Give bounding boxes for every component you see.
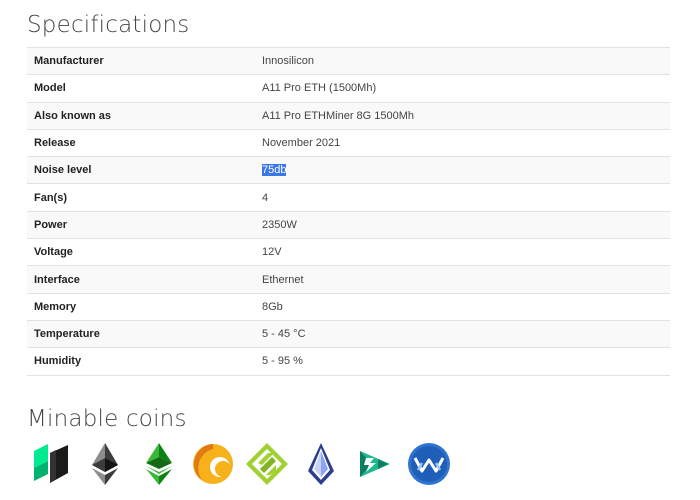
spec-value: A11 Pro ETH (1500Mh) bbox=[255, 74, 670, 103]
spec-label: Voltage bbox=[27, 238, 255, 266]
expanse-coin-icon[interactable] bbox=[243, 440, 291, 488]
ubiq-coin-icon[interactable] bbox=[27, 440, 75, 488]
ethereum-classic-coin-icon[interactable] bbox=[135, 440, 183, 488]
spec-value: 5 - 45 °C bbox=[255, 319, 670, 348]
ellaism-coin-icon[interactable] bbox=[351, 440, 399, 488]
spec-label: Power bbox=[27, 210, 255, 239]
pirl-coin-icon[interactable] bbox=[297, 440, 345, 488]
spec-label: Also known as bbox=[27, 101, 255, 130]
spec-value: Innosilicon bbox=[255, 46, 670, 75]
minable-coins-list bbox=[27, 440, 459, 488]
table-row: Humidity 5 - 95 % bbox=[27, 347, 670, 376]
spec-value: 5 - 95 % bbox=[255, 347, 670, 376]
specifications-title: Specifications bbox=[27, 12, 190, 38]
table-row: Also known as A11 Pro ETHMiner 8G 1500Mh bbox=[27, 101, 670, 130]
spec-value: 12V bbox=[255, 238, 670, 266]
spec-value: 2350W bbox=[255, 210, 670, 239]
metaverse-coin-icon[interactable] bbox=[405, 440, 453, 488]
spec-label: Release bbox=[27, 128, 255, 157]
spec-value: Ethernet bbox=[255, 265, 670, 294]
table-row: Power 2350W bbox=[27, 210, 670, 239]
spec-label: Noise level bbox=[27, 156, 255, 184]
selected-text[interactable]: 75db bbox=[262, 164, 287, 177]
table-row: Voltage 12V bbox=[27, 238, 670, 266]
page: Specifications Manufacturer Innosilicon … bbox=[0, 0, 700, 500]
table-row: Temperature 5 - 45 °C bbox=[27, 319, 670, 348]
spec-value: 8Gb bbox=[255, 292, 670, 321]
table-row: Fan(s) 4 bbox=[27, 183, 670, 212]
specifications-table: Manufacturer Innosilicon Model A11 Pro E… bbox=[27, 46, 670, 376]
table-row: Release November 2021 bbox=[27, 128, 670, 157]
table-row: Noise level 75db bbox=[27, 156, 670, 184]
spec-value: 75db bbox=[255, 156, 670, 184]
spec-value: 4 bbox=[255, 183, 670, 212]
spec-label: Model bbox=[27, 74, 255, 103]
spec-label: Memory bbox=[27, 292, 255, 321]
minable-coins-title: Minable coins bbox=[27, 406, 187, 432]
spec-value: November 2021 bbox=[255, 128, 670, 157]
spec-value: A11 Pro ETHMiner 8G 1500Mh bbox=[255, 101, 670, 130]
table-row: Interface Ethernet bbox=[27, 265, 670, 294]
spec-label: Interface bbox=[27, 265, 255, 294]
ethereum-coin-icon[interactable] bbox=[81, 440, 129, 488]
table-row: Manufacturer Innosilicon bbox=[27, 46, 670, 75]
table-row: Memory 8Gb bbox=[27, 292, 670, 321]
spec-label: Fan(s) bbox=[27, 183, 255, 212]
callisto-coin-icon[interactable] bbox=[189, 440, 237, 488]
table-row: Model A11 Pro ETH (1500Mh) bbox=[27, 74, 670, 103]
spec-label: Manufacturer bbox=[27, 46, 255, 75]
spec-label: Temperature bbox=[27, 319, 255, 348]
spec-label: Humidity bbox=[27, 347, 255, 376]
